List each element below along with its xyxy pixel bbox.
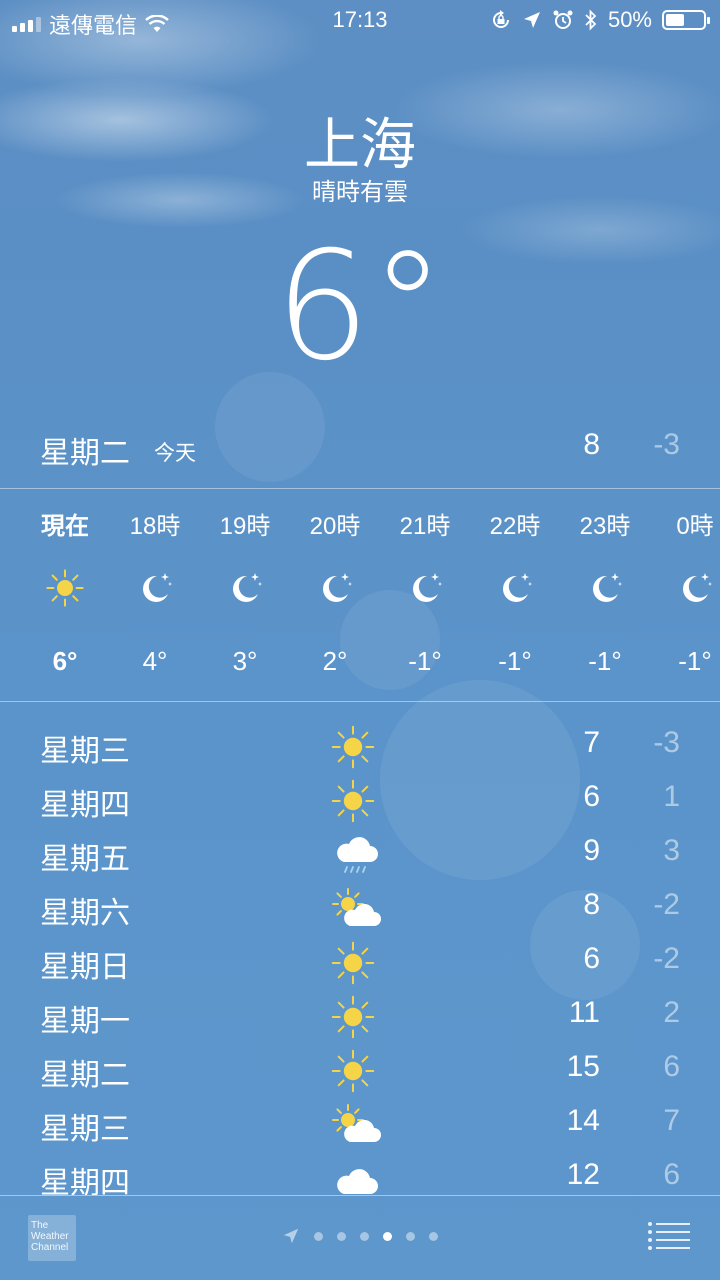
hour-label: 現在 — [41, 513, 89, 540]
page-dot[interactable] — [406, 1231, 415, 1241]
day-low: -2 — [653, 888, 680, 921]
battery-percent: 50% — [607, 7, 652, 32]
day-name: 星期日 — [40, 951, 130, 984]
location-arrow-icon — [523, 12, 540, 28]
hour-temperature: -1° — [498, 646, 532, 676]
day-name: 星期六 — [40, 897, 130, 930]
cloud-icon — [330, 1156, 382, 1195]
moon-stars-icon — [405, 568, 445, 608]
page-dot[interactable] — [429, 1231, 438, 1241]
hour-temperature: 3° — [232, 646, 258, 676]
sun-icon — [330, 994, 382, 1040]
hour-label: 18時 — [129, 513, 181, 540]
current-temperature: 6° — [274, 220, 446, 394]
day-high: 9 — [583, 834, 600, 867]
day-low: 6 — [663, 1050, 680, 1083]
hour-label: 0時 — [676, 513, 714, 540]
day-name: 星期二 — [40, 1059, 130, 1092]
today-row: 星期二 今天 8 -3 — [0, 428, 720, 472]
sun-icon — [330, 724, 382, 770]
day-low: -3 — [653, 726, 680, 759]
moon-stars-icon — [585, 568, 625, 608]
daily-row: 星期三 7 -3 — [0, 720, 720, 774]
day-low: 2 — [663, 996, 680, 1029]
today-tag: 今天 — [154, 442, 196, 465]
day-high: 6 — [583, 942, 600, 975]
day-name: 星期四 — [40, 789, 130, 822]
partly-cloudy-icon — [330, 1102, 382, 1148]
day-name: 星期四 — [40, 1167, 130, 1195]
daily-row: 星期六 8 -2 — [0, 882, 720, 936]
day-low: -2 — [653, 942, 680, 975]
today-day: 星期二 — [40, 437, 130, 470]
day-low: 3 — [663, 834, 680, 867]
day-high: 12 — [566, 1158, 600, 1191]
page-dot[interactable] — [360, 1231, 369, 1241]
day-low: 6 — [663, 1158, 680, 1191]
hour-temperature: 4° — [142, 646, 168, 676]
hour-label: 21時 — [399, 513, 451, 540]
status-bar: 遠傳電信 17:13 50% — [0, 0, 720, 40]
hour-temperature: 6° — [52, 646, 78, 676]
rotation-lock-icon — [492, 10, 509, 28]
daily-forecast[interactable]: 星期三 7 -3 星期四 6 1 星期五 9 3 星期六 8 -2 星期日 6 … — [0, 720, 720, 1195]
bluetooth-icon — [585, 9, 597, 31]
location-arrow-icon — [283, 1228, 299, 1244]
day-high: 14 — [566, 1104, 600, 1137]
hour-label: 23時 — [579, 513, 631, 540]
day-high: 11 — [568, 996, 600, 1029]
day-name: 星期一 — [40, 1005, 130, 1038]
rain-cloud-icon — [330, 832, 382, 878]
partly-cloudy-icon — [330, 886, 382, 932]
sun-icon — [330, 778, 382, 824]
sun-icon — [330, 1048, 382, 1094]
alarm-icon — [553, 10, 573, 29]
hourly-forecast[interactable]: 現在 6° 18時 4° 19時 3° 20時 2° 21時 -1° 22時 -… — [0, 490, 720, 700]
day-low: 7 — [663, 1104, 680, 1137]
hour-label: 22時 — [489, 513, 541, 540]
sun-icon — [45, 568, 85, 608]
page-dot[interactable] — [314, 1231, 323, 1241]
city-name: 上海 — [304, 113, 416, 176]
daily-row: 星期一 11 2 — [0, 990, 720, 1044]
today-high: 8 — [583, 428, 600, 461]
hour-temperature: -1° — [678, 646, 712, 676]
moon-stars-icon — [675, 568, 715, 608]
moon-stars-icon — [135, 568, 175, 608]
page-dot[interactable] — [383, 1231, 392, 1241]
moon-stars-icon — [225, 568, 265, 608]
daily-row: 星期二 15 6 — [0, 1044, 720, 1098]
hour-temperature: -1° — [588, 646, 622, 676]
daily-row: 星期三 14 7 — [0, 1098, 720, 1152]
day-name: 星期三 — [40, 1113, 130, 1146]
today-low: -3 — [653, 428, 680, 461]
hour-label: 20時 — [309, 513, 361, 540]
day-name: 星期三 — [40, 735, 130, 768]
page-indicator[interactable] — [282, 1227, 438, 1245]
divider — [0, 701, 720, 702]
day-low: 1 — [663, 780, 680, 813]
daily-row: 星期四 6 1 — [0, 774, 720, 828]
day-high: 7 — [583, 726, 600, 759]
divider — [0, 488, 720, 489]
daily-row: 星期五 9 3 — [0, 828, 720, 882]
weather-condition: 晴時有雲 — [312, 179, 408, 206]
day-high: 6 — [583, 780, 600, 813]
daily-row: 星期四 12 6 — [0, 1152, 720, 1195]
sun-icon — [330, 940, 382, 986]
day-high: 15 — [566, 1050, 600, 1083]
weather-channel-logo[interactable]: The Weather Channel — [28, 1215, 76, 1261]
hour-temperature: -1° — [408, 646, 442, 676]
moon-stars-icon — [315, 568, 355, 608]
day-name: 星期五 — [40, 843, 130, 876]
city-list-button[interactable] — [648, 1221, 690, 1251]
day-high: 8 — [583, 888, 600, 921]
moon-stars-icon — [495, 568, 535, 608]
hour-label: 19時 — [219, 513, 271, 540]
hour-temperature: 2° — [322, 646, 348, 676]
daily-row: 星期日 6 -2 — [0, 936, 720, 990]
page-dot[interactable] — [337, 1231, 346, 1241]
battery-icon — [662, 10, 710, 30]
footer-bar: The Weather Channel — [0, 1195, 720, 1280]
